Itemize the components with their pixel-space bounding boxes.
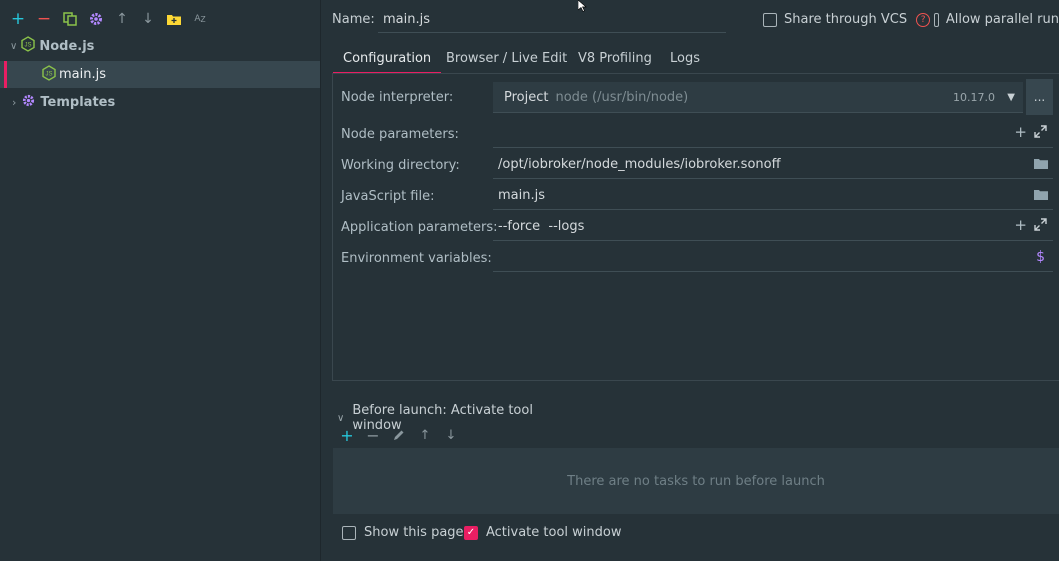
tab-logs[interactable]: Logs [660, 44, 710, 72]
javascript-file-input[interactable]: main.js [493, 182, 1053, 210]
tree-group-label: Node.js [39, 38, 95, 54]
checkbox-box[interactable] [934, 12, 939, 27]
tab-browser-live-edit[interactable]: Browser / Live Edit [436, 44, 577, 72]
interpreter-version: 10.17.0 [953, 90, 995, 104]
svg-text:JS: JS [25, 43, 32, 49]
show-this-page-checkbox[interactable]: Show this page [342, 525, 464, 540]
share-vcs-checkbox[interactable]: Share through VCS ? [763, 12, 931, 27]
tab-label: V8 Profiling [578, 50, 652, 66]
folder-icon[interactable] [1034, 189, 1048, 204]
add-icon[interactable]: + [1014, 123, 1027, 141]
show-this-page-label: Show this page [364, 525, 464, 540]
allow-parallel-label: Allow parallel run [945, 12, 1059, 27]
nodejs-icon: JS [21, 36, 36, 56]
name-label: Name: [332, 12, 375, 27]
working-directory-input[interactable]: /opt/iobroker/node_modules/iobroker.sono… [493, 151, 1053, 179]
copy-icon[interactable] [57, 8, 83, 30]
before-launch-toolbar: + − ↑ ↓ [334, 425, 464, 445]
tab-configuration[interactable]: Configuration [333, 44, 442, 74]
tree-group-nodejs[interactable]: ∨ JS Node.js [0, 33, 320, 59]
svg-text:JS: JS [45, 71, 52, 77]
chevron-right-icon[interactable]: › [12, 96, 16, 109]
share-vcs-label: Share through VCS [784, 12, 908, 27]
add-icon[interactable]: + [334, 426, 360, 445]
add-icon[interactable]: + [5, 8, 31, 30]
tree-group-templates[interactable]: › Templates [0, 89, 320, 115]
chevron-down-icon[interactable]: ∨ [10, 41, 17, 52]
tab-label: Configuration [343, 50, 432, 66]
remove-icon[interactable]: − [31, 8, 57, 30]
working-directory-value: /opt/iobroker/node_modules/iobroker.sono… [498, 157, 781, 172]
application-parameters-label: Application parameters: [341, 220, 498, 235]
folder-icon[interactable] [1034, 158, 1048, 173]
interpreter-path: node (/usr/bin/node) [555, 89, 689, 105]
settings-icon [22, 94, 35, 111]
dollar-icon[interactable]: $ [1036, 249, 1045, 265]
environment-variables-label: Environment variables: [341, 251, 492, 266]
edit-icon[interactable] [386, 429, 412, 441]
help-icon[interactable]: ? [916, 12, 931, 27]
checkbox-box[interactable] [763, 12, 777, 27]
name-input-value: main.js [383, 11, 430, 27]
browse-button-label: ... [1033, 90, 1046, 104]
javascript-file-label: JavaScript file: [341, 189, 435, 204]
node-parameters-label: Node parameters: [341, 127, 459, 142]
remove-icon[interactable]: − [360, 426, 386, 445]
expand-icon[interactable] [1034, 125, 1047, 142]
mouse-cursor-icon [577, 0, 588, 16]
tab-label: Browser / Live Edit [446, 50, 568, 66]
move-down-icon[interactable]: ↓ [438, 428, 464, 443]
environment-variables-input[interactable]: $ [493, 244, 1053, 272]
working-directory-label: Working directory: [341, 158, 460, 173]
application-parameters-input[interactable]: --force --logs + [493, 213, 1053, 241]
dropdown-arrow-icon[interactable]: ▼ [1007, 92, 1015, 103]
selection-marker [4, 61, 7, 88]
application-parameters-value: --force --logs [498, 219, 585, 234]
settings-icon[interactable] [83, 8, 109, 30]
interpreter-browse-button[interactable]: ... [1026, 79, 1053, 115]
node-parameters-input[interactable]: + [493, 120, 1053, 148]
node-interpreter-select[interactable]: Project node (/usr/bin/node) 10.17.0 ▼ [493, 82, 1023, 113]
tab-v8-profiling[interactable]: V8 Profiling [568, 44, 662, 72]
nodejs-icon: JS [42, 64, 56, 85]
interpreter-project: Project [504, 89, 549, 105]
expand-icon[interactable] [1034, 218, 1047, 235]
checkbox-box[interactable] [342, 525, 356, 540]
chevron-down-icon[interactable]: ∨ [337, 413, 344, 424]
activate-tool-window-label: Activate tool window [486, 525, 622, 540]
move-down-icon[interactable]: ↓ [135, 8, 161, 30]
checkbox-checked-icon[interactable]: ✓ [464, 525, 478, 540]
allow-parallel-checkbox[interactable]: Allow parallel run [934, 12, 1059, 27]
before-launch-task-list[interactable]: There are no tasks to run before launch [333, 448, 1059, 514]
move-up-icon[interactable]: ↑ [412, 428, 438, 443]
empty-tasks-text: There are no tasks to run before launch [567, 473, 825, 489]
move-up-icon[interactable]: ↑ [109, 8, 135, 30]
tree-item-mainjs[interactable]: JS main.js [0, 61, 320, 88]
tree-item-label: main.js [59, 67, 106, 82]
tab-label: Logs [670, 50, 700, 66]
sort-alpha-icon[interactable]: AZ [187, 8, 213, 30]
new-folder-icon[interactable] [161, 8, 187, 30]
activate-tool-window-checkbox[interactable]: ✓ Activate tool window [464, 525, 621, 540]
tree-templates-label: Templates [40, 94, 116, 110]
node-interpreter-label: Node interpreter: [341, 90, 454, 105]
add-icon[interactable]: + [1014, 216, 1027, 234]
name-input[interactable]: main.js [378, 6, 726, 33]
left-toolbar: + − ↑ ↓ AZ [0, 8, 213, 30]
javascript-file-value: main.js [498, 188, 545, 203]
